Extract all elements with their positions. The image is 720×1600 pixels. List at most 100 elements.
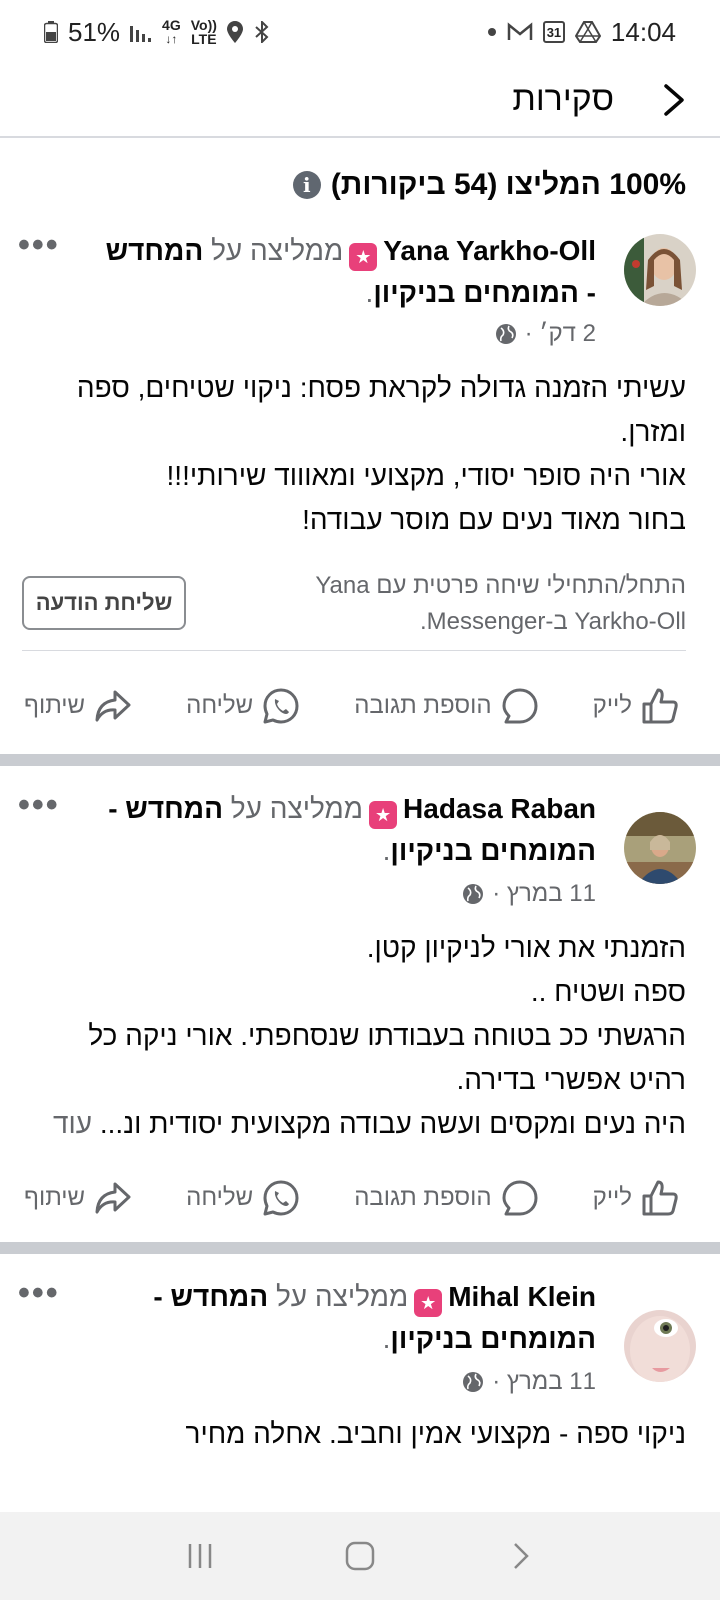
send-message-button[interactable]: שליחת הודעה — [22, 576, 186, 630]
review-line: ניקוי ספה - מקצועי אמין וחביב. אחלה מחיר — [185, 1418, 687, 1449]
comment-label: הוספת תגובה — [354, 1184, 492, 1211]
review-card: Yana Yarkho-Oll★ממליצה על המחדש - המומחי… — [0, 214, 720, 754]
data-icon: 4G ↓↑ — [162, 17, 181, 46]
avatar[interactable] — [624, 812, 696, 884]
battery-icon — [44, 21, 58, 43]
review-line: היה נעים ומקסים ועשה עבודה מקצועית יסודי… — [99, 1108, 686, 1139]
more-options-icon[interactable]: ••• — [18, 1274, 60, 1313]
recommend-badge-icon: ★ — [414, 1289, 443, 1317]
send-button[interactable]: שליחה — [186, 676, 301, 736]
back-chevron-icon[interactable] — [656, 82, 692, 118]
status-left: 51% 4G ↓↑ Vo)) LTE — [44, 17, 271, 48]
review-body: ניקוי ספה - מקצועי אמין וחביב. אחלה מחיר — [36, 1412, 687, 1456]
review-time: 2 דק׳ · — [524, 320, 596, 347]
share-icon — [95, 1182, 131, 1214]
home-icon[interactable] — [344, 1540, 376, 1572]
thumbs-up-icon — [642, 688, 678, 724]
info-icon[interactable]: i — [292, 171, 321, 199]
dot-icon — [487, 28, 496, 36]
status-bar: 51% 4G ↓↑ Vo)) LTE 31 14:04 — [0, 0, 720, 64]
share-label: שיתוף — [24, 692, 86, 719]
signal-icon — [130, 26, 152, 42]
review-body: עשיתי הזמנה גדולה לקראת פסח: ניקוי שטיחי… — [36, 366, 686, 542]
globe-icon — [463, 1372, 484, 1392]
like-button[interactable]: לייק — [593, 676, 680, 736]
clock: 14:04 — [610, 16, 676, 47]
like-label: לייק — [592, 1184, 632, 1211]
volte-bottom: LTE — [191, 31, 217, 47]
globe-icon — [463, 884, 484, 904]
recommendation-summary: 100% המליצו (54 ביקורות) i — [292, 168, 686, 202]
status-right: 31 14:04 — [487, 17, 676, 48]
share-button[interactable]: שיתוף — [24, 676, 133, 736]
share-label: שיתוף — [24, 1184, 86, 1211]
whatsapp-icon — [263, 688, 299, 724]
review-line-truncated: היה נעים ומקסים ועשה עבודה מקצועית יסודי… — [36, 1102, 686, 1146]
section-separator — [0, 1242, 720, 1254]
recommend-badge-icon: ★ — [369, 801, 398, 829]
review-card: Mihal Klein★ממליצה על המחדש - המומחים בנ… — [0, 1254, 720, 1512]
thumbs-up-icon — [642, 1180, 678, 1216]
review-header: Mihal Klein★ממליצה על המחדש - המומחים בנ… — [153, 1281, 596, 1354]
reviewer-name[interactable]: Mihal Klein — [448, 1281, 596, 1312]
summary-text: 100% המליצו (54 ביקורות) — [330, 168, 686, 201]
review-line: הזמנתי את אורי לניקיון קטן. — [366, 932, 686, 963]
more-options-icon[interactable]: ••• — [18, 786, 60, 825]
review-time: 11 במרץ · — [492, 880, 596, 907]
recommends-label: ממליצה על — [211, 235, 344, 266]
share-icon — [95, 690, 131, 722]
reviewer-name[interactable]: Yana Yarkho-Oll — [383, 235, 596, 266]
messenger-prompt: התחל/התחילי שיחה פרטית עם Yana Yarkho-Ol… — [315, 572, 686, 635]
battery-percent: 51% — [68, 16, 121, 47]
divider — [22, 650, 686, 651]
review-line: הרגשתי ככ בטוחה בעבודתו שנסחפתי. אורי ני… — [88, 1020, 686, 1095]
app-header: סקירות — [0, 64, 720, 138]
recent-apps-icon[interactable] — [185, 1541, 215, 1571]
globe-icon — [495, 324, 516, 344]
location-icon — [226, 21, 243, 43]
review-card: Hadasa Raban★ממליצה על המחדש - המומחים ב… — [0, 766, 720, 1246]
calendar-day: 31 — [546, 24, 562, 40]
comment-button[interactable]: הוספת תגובה — [354, 676, 539, 736]
like-button[interactable]: לייק — [593, 1168, 680, 1228]
action-bar: לייק הוספת תגובה שליחה שיתוף — [0, 676, 720, 736]
review-header: Yana Yarkho-Oll★ממליצה על המחדש - המומחי… — [105, 235, 596, 308]
recommend-badge-icon: ★ — [349, 243, 378, 271]
gmail-icon — [507, 22, 533, 40]
comment-icon — [502, 1180, 538, 1216]
avatar[interactable] — [624, 1310, 696, 1382]
whatsapp-icon — [263, 1180, 299, 1216]
calendar-icon: 31 — [542, 21, 565, 43]
recommends-label: ממליצה על — [230, 793, 364, 824]
review-line: עשיתי הזמנה גדולה לקראת פסח: ניקוי שטיחי… — [76, 372, 686, 447]
send-label: שליחה — [186, 1184, 254, 1211]
action-bar: לייק הוספת תגובה שליחה שיתוף — [0, 1168, 720, 1228]
section-separator — [0, 754, 720, 766]
network-type: 4G — [162, 17, 181, 33]
see-more-link[interactable]: עוד — [53, 1108, 92, 1139]
system-nav-bar — [0, 1512, 720, 1600]
comment-button[interactable]: הוספת תגובה — [354, 1168, 539, 1228]
bluetooth-icon — [255, 21, 269, 43]
comment-label: הוספת תגובה — [354, 692, 492, 719]
review-header: Hadasa Raban★ממליצה על המחדש - המומחים ב… — [108, 793, 596, 866]
review-meta: 11 במרץ · — [462, 1368, 596, 1396]
reviewer-name[interactable]: Hadasa Raban — [403, 793, 596, 824]
share-button[interactable]: שיתוף — [24, 1168, 133, 1228]
drive-icon — [574, 21, 601, 43]
back-nav-icon[interactable] — [505, 1541, 535, 1571]
review-line: אורי היה סופר יסודי, מקצועי ומאוווד שירו… — [166, 460, 686, 491]
volte-icon: Vo)) LTE — [191, 18, 217, 46]
like-label: לייק — [592, 692, 632, 719]
page-title: סקירות — [512, 80, 614, 118]
avatar[interactable] — [624, 234, 696, 306]
comment-icon — [502, 688, 538, 724]
volte-top: Vo)) — [190, 17, 217, 33]
review-meta: 11 במרץ · — [462, 880, 596, 908]
send-label: שליחה — [186, 692, 254, 719]
review-time: 11 במרץ · — [492, 1368, 596, 1395]
send-button[interactable]: שליחה — [186, 1168, 301, 1228]
review-line: ספה ושטיח .. — [530, 976, 686, 1007]
more-options-icon[interactable]: ••• — [18, 226, 60, 265]
review-line: בחור מאוד נעים עם מוסר עבודה! — [302, 504, 686, 535]
